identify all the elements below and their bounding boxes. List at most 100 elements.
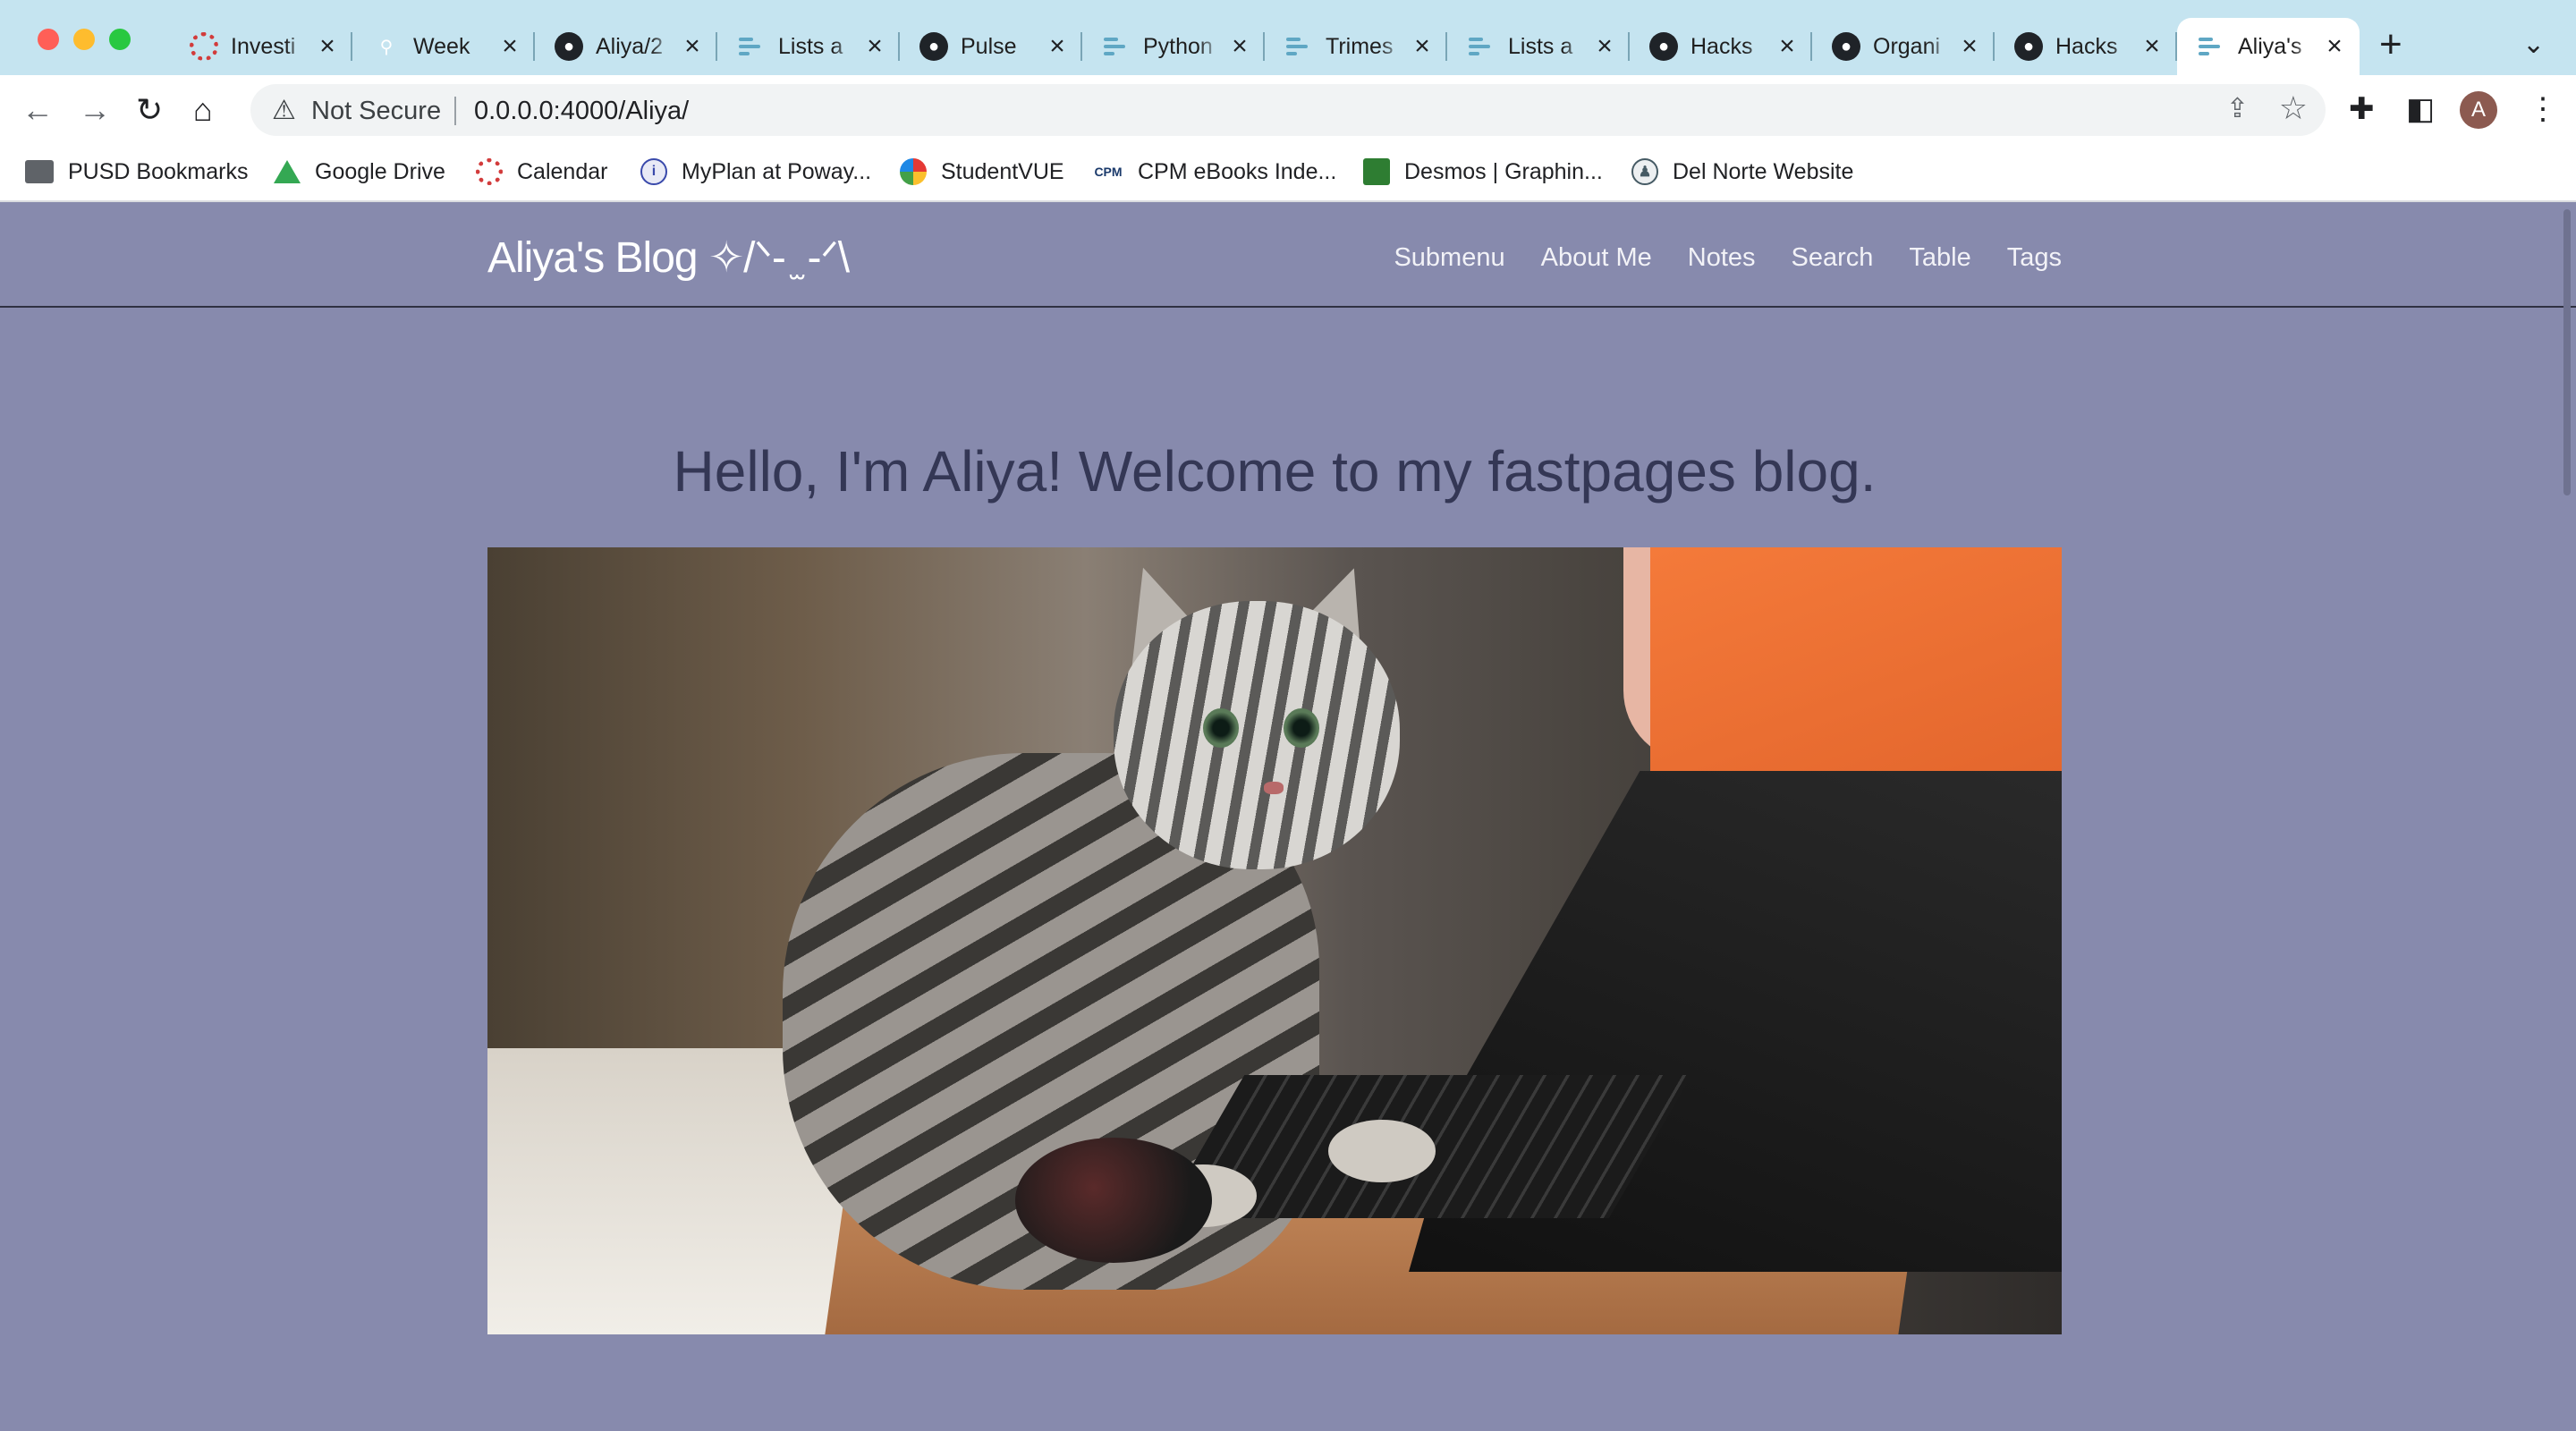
share-icon[interactable]: ⇪ (2226, 93, 2249, 124)
magnifier-icon: ⚲ (379, 37, 394, 57)
address-bar[interactable]: ⚠ Not Secure 0.0.0.0:4000/Aliya/ ⇪ ☆ (250, 84, 2326, 136)
close-tab-icon[interactable]: × (2140, 31, 2165, 62)
calendar-icon (476, 158, 503, 185)
minimize-window-button[interactable] (73, 29, 95, 50)
tab-title: Hacks (2055, 33, 2118, 59)
github-icon: ● (1649, 32, 1678, 61)
fastpages-icon (1102, 32, 1131, 61)
delnorte-icon: ♟ (1631, 158, 1658, 185)
hero-image-cat-laptop (487, 547, 2062, 1334)
tab-title: Lists a (1508, 33, 1573, 59)
page-viewport: Aliya's Blog ✧/ᐠ- ̫ -ᐟ\ Submenu About Me… (0, 202, 2576, 1431)
close-tab-icon[interactable]: × (2322, 31, 2347, 62)
nav-tags[interactable]: Tags (2007, 243, 2062, 273)
close-tab-icon[interactable]: × (1775, 31, 1800, 62)
close-tab-icon[interactable]: × (497, 31, 522, 62)
tab-title: Week (413, 33, 470, 59)
close-tab-icon[interactable]: × (1592, 31, 1617, 62)
bookmark-label: StudentVUE (941, 158, 1064, 184)
scrollbar[interactable] (2563, 209, 2571, 495)
nav-table[interactable]: Table (1909, 243, 1970, 273)
close-tab-icon[interactable]: × (1227, 31, 1252, 62)
security-label[interactable]: Not Secure (311, 97, 441, 126)
bookmark-calendar[interactable]: Calendar (476, 154, 607, 190)
bookmark-label: Desmos | Graphin... (1404, 158, 1603, 184)
cpm-icon: CPM (1094, 165, 1123, 179)
close-tab-icon[interactable]: × (1957, 31, 1982, 62)
tab[interactable]: Python × (1082, 18, 1265, 75)
tab-title: Python (1143, 33, 1213, 59)
bookmarks-bar: PUSD Bookmarks Google Drive Calendar i M… (0, 145, 2576, 202)
bookmark-star-icon[interactable]: ☆ (2279, 89, 2308, 127)
github-icon: ● (919, 32, 948, 61)
nav-about-me[interactable]: About Me (1541, 243, 1652, 273)
home-icon[interactable]: ⌂ (193, 91, 213, 129)
divider (454, 97, 456, 125)
tab[interactable]: ● Hacks × (1995, 18, 2177, 75)
bookmark-desmos[interactable]: Desmos | Graphin... (1363, 154, 1603, 190)
forward-icon[interactable]: → (79, 91, 111, 129)
page-headline: Hello, I'm Aliya! Welcome to my fastpage… (673, 439, 1877, 504)
fastpages-icon (1467, 32, 1496, 61)
close-tab-icon[interactable]: × (680, 31, 705, 62)
site-title[interactable]: Aliya's Blog ✧/ᐠ- ̫ -ᐟ\ (487, 233, 850, 283)
tab-title: Pulse (961, 33, 1017, 59)
tab[interactable]: ⚲ Week × (352, 18, 535, 75)
bookmark-del-norte[interactable]: ♟ Del Norte Website (1631, 154, 1853, 190)
tab[interactable]: Investi × (170, 18, 352, 75)
tab-title: Lists a (778, 33, 843, 59)
bookmark-label: CPM eBooks Inde... (1138, 158, 1337, 184)
drive-icon (274, 160, 301, 183)
nav-submenu[interactable]: Submenu (1394, 243, 1504, 273)
close-tab-icon[interactable]: × (1410, 31, 1435, 62)
bookmark-label: Google Drive (315, 158, 445, 184)
nav-notes[interactable]: Notes (1688, 243, 1756, 273)
fastpages-icon (1284, 32, 1313, 61)
tab[interactable]: ● Aliya/2 × (535, 18, 717, 75)
close-tab-icon[interactable]: × (315, 31, 340, 62)
folder-icon (25, 160, 54, 183)
dotted-circle-icon (190, 32, 218, 61)
new-tab-icon[interactable]: + (2379, 25, 2402, 64)
bookmark-pusd[interactable]: PUSD Bookmarks (25, 154, 248, 190)
more-menu-icon[interactable]: ⋮ (2528, 91, 2558, 127)
tab[interactable]: Lists a × (717, 18, 900, 75)
tab[interactable]: ● Hacks × (1630, 18, 1812, 75)
back-icon[interactable]: ← (21, 91, 54, 129)
tab[interactable]: Lists a × (1447, 18, 1630, 75)
bookmark-label: Del Norte Website (1673, 158, 1854, 184)
fastpages-icon (2197, 32, 2225, 61)
bookmark-label: PUSD Bookmarks (68, 158, 249, 184)
bookmark-label: MyPlan at Poway... (682, 158, 872, 184)
tab[interactable]: Trimes × (1265, 18, 1447, 75)
side-panel-icon[interactable]: ◧ (2406, 91, 2435, 127)
fastpages-icon (737, 32, 766, 61)
browser-toolbar: ← → ↻ ⌂ ⚠ Not Secure 0.0.0.0:4000/Aliya/… (0, 75, 2576, 145)
url-text[interactable]: 0.0.0.0:4000/Aliya/ (474, 97, 689, 126)
tab-active[interactable]: Aliya's × (2177, 18, 2360, 75)
nav-search[interactable]: Search (1792, 243, 1874, 273)
github-icon: ● (555, 32, 583, 61)
avatar[interactable]: A (2460, 91, 2497, 129)
reload-icon[interactable]: ↻ (136, 91, 163, 129)
close-tab-icon[interactable]: × (862, 31, 887, 62)
tab-title: Investi (231, 33, 296, 59)
myplan-icon: i (640, 158, 667, 185)
desmos-icon (1363, 158, 1390, 185)
close-window-button[interactable] (38, 29, 59, 50)
bookmark-google-drive[interactable]: Google Drive (274, 154, 445, 190)
tab-title: Aliya's (2238, 33, 2302, 59)
tab[interactable]: ● Pulse × (900, 18, 1082, 75)
maximize-window-button[interactable] (109, 29, 131, 50)
warning-icon[interactable]: ⚠ (272, 95, 296, 126)
extensions-icon[interactable]: ✚ (2349, 91, 2375, 127)
tab[interactable]: ● Organi × (1812, 18, 1995, 75)
chevron-down-icon[interactable]: ⌄ (2522, 29, 2545, 60)
bookmark-myplan[interactable]: i MyPlan at Poway... (640, 154, 871, 190)
site-header: Aliya's Blog ✧/ᐠ- ̫ -ᐟ\ Submenu About Me… (0, 202, 2576, 308)
site-nav: Submenu About Me Notes Search Table Tags (1394, 243, 2062, 273)
bookmark-cpm[interactable]: CPM CPM eBooks Inde... (1093, 154, 1336, 190)
tab-title: Trimes (1326, 33, 1394, 59)
bookmark-studentvue[interactable]: StudentVUE (900, 154, 1064, 190)
close-tab-icon[interactable]: × (1045, 31, 1070, 62)
